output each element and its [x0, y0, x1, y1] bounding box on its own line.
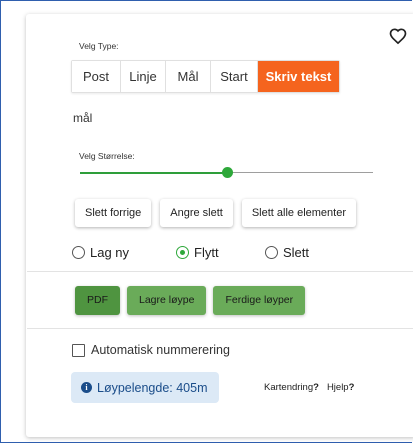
slider-thumb[interactable]	[222, 167, 233, 178]
type-label: Velg Type:	[79, 41, 119, 51]
auto-numbering-label: Automatisk nummerering	[91, 343, 230, 357]
help-label: Hjelp	[326, 382, 349, 393]
type-option-skriv-tekst[interactable]: Skriv tekst	[258, 61, 339, 92]
type-selector: Post Linje Mål Start Skriv tekst	[71, 60, 340, 93]
pdf-button[interactable]: PDF	[75, 286, 120, 315]
radio-slett[interactable]: Slett	[265, 245, 309, 260]
delete-previous-button[interactable]: Slett forrige	[75, 199, 152, 227]
radio-label: Lag ny	[90, 245, 130, 260]
export-buttons: PDF Lagre løype Ferdige løyper	[75, 286, 306, 315]
checkbox-box	[72, 343, 85, 357]
heart-icon[interactable]	[388, 26, 408, 46]
help-link[interactable]: Hjelp?	[327, 382, 354, 393]
delete-all-button[interactable]: Slett alle elementer	[241, 199, 357, 227]
action-buttons: Slett forrige Angre slett Slett alle ele…	[75, 199, 357, 227]
selected-type-text: mål	[73, 111, 93, 125]
divider	[27, 328, 413, 329]
radio-label: Slett	[283, 245, 310, 260]
radio-circle	[265, 246, 278, 259]
question-mark: ?	[348, 382, 355, 393]
type-option-start[interactable]: Start	[211, 61, 258, 92]
size-label: Velg Størrelse:	[79, 151, 135, 161]
type-option-mal[interactable]: Mål	[166, 61, 211, 92]
info-icon: i	[81, 382, 92, 393]
type-option-post[interactable]: Post	[72, 61, 121, 92]
size-slider[interactable]	[80, 166, 373, 180]
map-change-link[interactable]: Kartendring?	[264, 382, 319, 393]
type-option-linje[interactable]: Linje	[121, 61, 166, 92]
finished-courses-button[interactable]: Ferdige løyper	[213, 286, 306, 315]
course-length-badge: i Løypelengde: 405m	[71, 372, 219, 403]
radio-circle	[72, 246, 85, 259]
course-length-text: Løypelengde: 405m	[97, 380, 208, 395]
footer-links: Kartendring? Hjelp?	[264, 382, 354, 393]
save-course-button[interactable]: Lagre løype	[127, 286, 207, 315]
slider-fill	[80, 172, 227, 174]
radio-label: Flytt	[194, 245, 219, 260]
undo-delete-button[interactable]: Angre slett	[160, 199, 233, 227]
question-mark: ?	[313, 382, 319, 393]
radio-circle	[176, 246, 189, 259]
map-change-label: Kartendring	[264, 382, 314, 393]
radio-lag-ny[interactable]: Lag ny	[72, 245, 129, 260]
auto-numbering-checkbox[interactable]: Automatisk nummerering	[72, 343, 230, 357]
radio-flytt[interactable]: Flytt	[176, 245, 219, 260]
divider	[27, 271, 413, 272]
